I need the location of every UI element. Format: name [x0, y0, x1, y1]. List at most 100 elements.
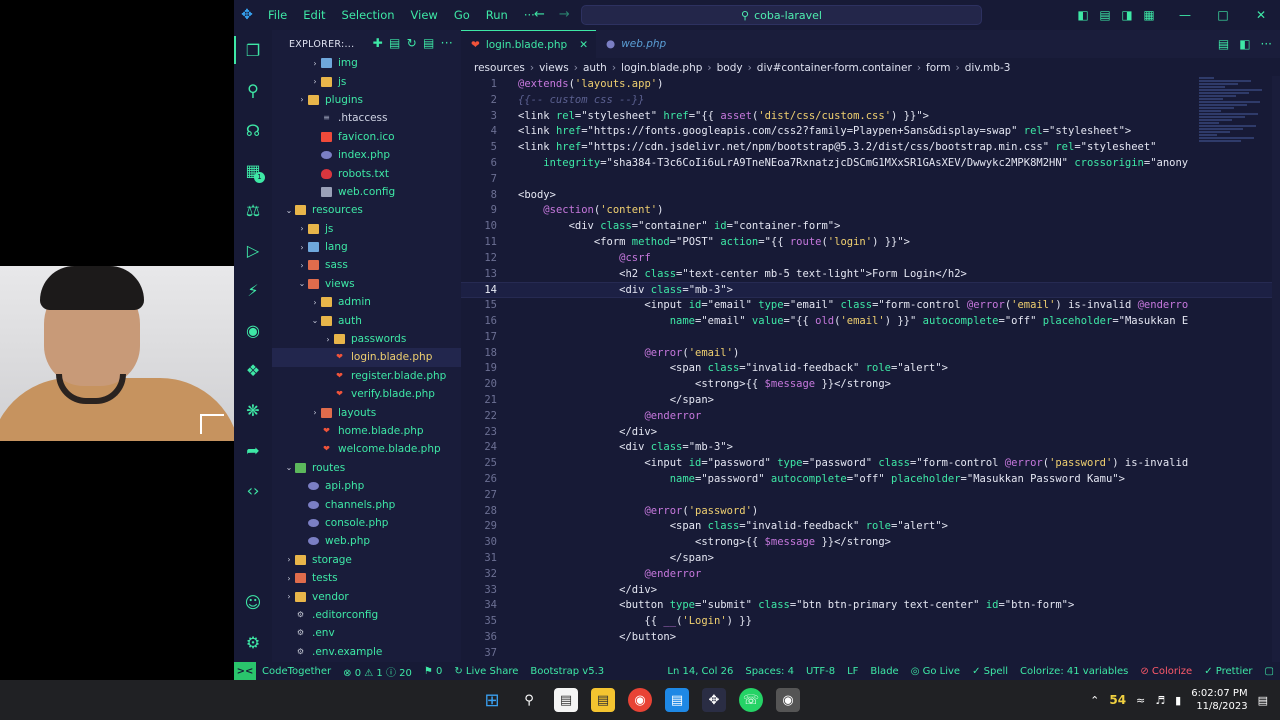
code-line[interactable]: 29 <span class="invalid-feedback" role="…: [461, 519, 1280, 535]
volume-icon[interactable]: ♬: [1155, 694, 1165, 707]
file-tree-item[interactable]: ≡ .htaccess: [272, 109, 461, 127]
file-tree-item[interactable]: favicon.ico: [272, 128, 461, 146]
settings-gear-icon[interactable]: ⚙: [241, 630, 265, 654]
collapse-all-icon[interactable]: ▤: [423, 36, 435, 50]
new-folder-icon[interactable]: ▤: [389, 36, 401, 50]
back-arrow-icon[interactable]: ←: [534, 0, 545, 30]
file-tree-item[interactable]: ❤ login.blade.php: [272, 348, 461, 367]
folder-icon[interactable]: ▤: [591, 688, 615, 712]
file-tree-item[interactable]: web.php: [272, 532, 461, 550]
file-tree-item[interactable]: › layouts: [272, 403, 461, 421]
file-tree-item[interactable]: console.php: [272, 514, 461, 532]
vscode-taskbar-icon[interactable]: ✥: [702, 688, 726, 712]
share-icon[interactable]: ➦: [241, 438, 265, 462]
forward-arrow-icon[interactable]: →: [559, 0, 570, 30]
file-tree-item[interactable]: ⚙ .editorconfig: [272, 606, 461, 624]
vertical-scrollbar[interactable]: [1272, 76, 1280, 662]
file-tree-item[interactable]: › passwords: [272, 330, 461, 348]
file-tree-item[interactable]: ⌄ resources: [272, 201, 461, 219]
code-line[interactable]: 24 <div class="mb-3">: [461, 440, 1280, 456]
new-file-icon[interactable]: ✚: [373, 36, 383, 50]
file-tree-item[interactable]: › vendor: [272, 587, 461, 605]
minimize-icon[interactable]: —: [1166, 8, 1204, 22]
status-item[interactable]: ⊗ 0 ⚠ 1 ⓘ 20: [337, 664, 418, 679]
code-line[interactable]: 4 <link href="https://fonts.googleapis.co…: [461, 124, 1280, 140]
monitor-icon[interactable]: ▤: [665, 688, 689, 712]
file-tree-item[interactable]: ⌄ routes: [272, 459, 461, 477]
more-actions-icon[interactable]: ···: [1261, 37, 1272, 51]
status-item[interactable]: Blade: [864, 666, 904, 677]
menu-item[interactable]: Go: [446, 0, 478, 30]
code-line[interactable]: 17: [461, 330, 1280, 346]
file-tree-item[interactable]: ⚙ .env: [272, 624, 461, 642]
file-tree-item[interactable]: ❤ welcome.blade.php: [272, 440, 461, 458]
gear-plugin-icon[interactable]: ❋: [241, 398, 265, 422]
breadcrumb-item[interactable]: resources: [474, 62, 525, 74]
file-tree-item[interactable]: › lang: [272, 238, 461, 256]
close-tab-icon[interactable]: ✕: [579, 39, 588, 51]
status-item[interactable]: ✓ Spell: [966, 666, 1014, 677]
code-line[interactable]: 12 @csrf: [461, 251, 1280, 267]
status-item[interactable]: Bootstrap v5.3: [524, 666, 610, 677]
notification-icon[interactable]: ▤: [1258, 694, 1268, 707]
toggle-primary-sidebar-icon[interactable]: ◧: [1072, 8, 1094, 22]
code-line[interactable]: 9 @section('content'): [461, 203, 1280, 219]
code-line[interactable]: 6 integrity="sha384-T3c6CoIi6uLrA9TneNEo…: [461, 156, 1280, 172]
menu-item[interactable]: Selection: [334, 0, 403, 30]
status-item[interactable]: CodeTogether: [256, 666, 337, 677]
status-item[interactable]: ↻ Live Share: [448, 666, 524, 677]
search-icon[interactable]: ⚲: [517, 688, 541, 712]
status-item[interactable]: Ln 14, Col 26: [661, 666, 739, 677]
clock[interactable]: 6:02:07 PM 11/8/2023: [1191, 687, 1247, 713]
code-line[interactable]: 32 @enderror: [461, 567, 1280, 583]
file-explorer-icon[interactable]: ▤: [554, 688, 578, 712]
menu-item[interactable]: View: [403, 0, 446, 30]
file-tree-item[interactable]: ⚙ .env.example: [272, 643, 461, 661]
code-line[interactable]: 11 <form method="POST" action="{{ route(…: [461, 235, 1280, 251]
code-line[interactable]: 1 @extends('layouts.app'): [461, 77, 1280, 93]
file-tree-item[interactable]: ⌄ auth: [272, 311, 461, 329]
file-tree-item[interactable]: ⌄ views: [272, 275, 461, 293]
code-editor[interactable]: 37 36 </button> 35 {{ __('Login') }} 34 <bu…: [461, 76, 1280, 662]
file-tree-item[interactable]: api.php: [272, 477, 461, 495]
code-line[interactable]: 22 @enderror: [461, 409, 1280, 425]
chevron-up-icon[interactable]: ⌃: [1090, 694, 1099, 707]
file-tree-item[interactable]: ❤ register.blade.php: [272, 367, 461, 385]
windows-start-icon[interactable]: ⊞: [480, 688, 504, 712]
live-share-icon[interactable]: ⚡: [241, 278, 265, 302]
status-item[interactable]: ✓ Prettier: [1198, 666, 1258, 677]
code-line[interactable]: 15 <input id="email" type="email" class=…: [461, 298, 1280, 314]
status-item[interactable]: Spaces: 4: [739, 666, 800, 677]
code-line[interactable]: 34 <button type="submit" class="btn btn-…: [461, 598, 1280, 614]
status-item[interactable]: ⚑ 0: [418, 666, 449, 677]
menu-item[interactable]: File: [260, 0, 295, 30]
code-line[interactable]: 35 {{ __('Login') }}: [461, 614, 1280, 630]
toggle-secondary-sidebar-icon[interactable]: ◨: [1116, 8, 1138, 22]
file-tree-item[interactable]: › sass: [272, 256, 461, 274]
code-line[interactable]: 10 <div class="container" id="container-…: [461, 219, 1280, 235]
customize-layout-icon[interactable]: ▦: [1138, 8, 1160, 22]
code-line[interactable]: 14 <div class="mb-3">: [461, 282, 1280, 299]
status-item[interactable]: ▢: [1259, 666, 1280, 677]
file-tree-item[interactable]: web.config: [272, 183, 461, 201]
breadcrumb-item[interactable]: auth: [583, 62, 607, 74]
maximize-icon[interactable]: □: [1204, 8, 1242, 22]
command-center-search[interactable]: ⚲ coba-laravel: [581, 5, 982, 25]
status-item[interactable]: UTF-8: [800, 666, 841, 677]
breadcrumb-item[interactable]: div#container-form.container: [757, 62, 912, 74]
code-line[interactable]: 23 </div>: [461, 425, 1280, 441]
file-tree-item[interactable]: › tests: [272, 569, 461, 587]
account-icon[interactable]: ☺: [241, 590, 265, 614]
source-control-icon[interactable]: ☊: [241, 118, 265, 142]
search-icon[interactable]: ⚲: [241, 78, 265, 102]
code-line[interactable]: 8 <body>: [461, 188, 1280, 204]
open-changes-icon[interactable]: ▤: [1218, 37, 1229, 51]
code-line[interactable]: 30 <strong>{{ $message }}</strong>: [461, 535, 1280, 551]
code-line[interactable]: 7: [461, 172, 1280, 188]
file-tree-item[interactable]: › js: [272, 220, 461, 238]
wifi-icon[interactable]: ≈: [1136, 694, 1145, 707]
code-line[interactable]: 16 name="email" value="{{ old('email') }…: [461, 314, 1280, 330]
code-line[interactable]: 13 <h2 class="text-center mb-5 text-ligh…: [461, 267, 1280, 283]
breadcrumb-item[interactable]: login.blade.php: [621, 62, 702, 74]
file-tree-item[interactable]: ❤ home.blade.php: [272, 422, 461, 440]
